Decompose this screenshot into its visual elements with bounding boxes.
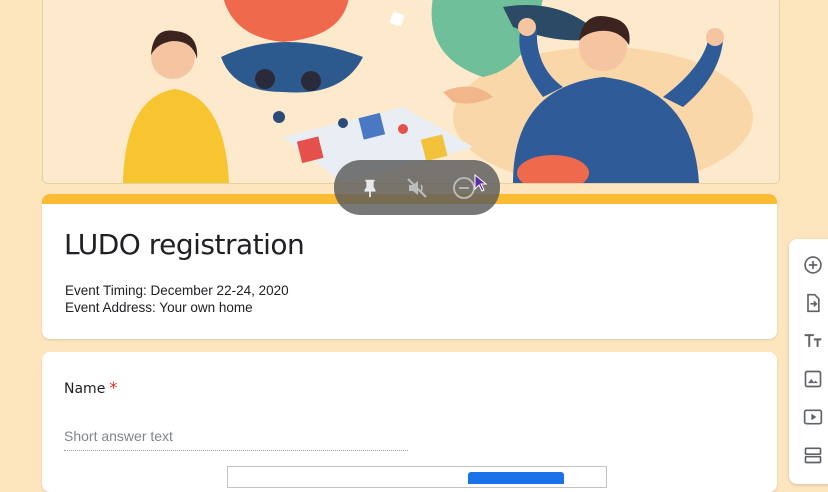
bottom-overlay-panel: [227, 466, 607, 488]
question-label: Name *: [64, 378, 117, 397]
header-illustration: [42, 0, 780, 184]
add-image-icon[interactable]: [801, 367, 825, 391]
mouse-cursor-icon: [474, 174, 488, 192]
primary-action-button[interactable]: [468, 472, 564, 484]
form-title-card: LUDO registration Event Timing: December…: [42, 194, 777, 339]
add-title-icon[interactable]: [801, 329, 825, 353]
pip-controls-bar: [334, 160, 500, 215]
mute-icon[interactable]: [403, 174, 431, 202]
pin-icon[interactable]: [356, 174, 384, 202]
add-question-icon[interactable]: [801, 253, 825, 277]
import-questions-icon[interactable]: [801, 291, 825, 315]
description-line: Event Address: Your own home: [65, 300, 253, 315]
short-answer-field[interactable]: Short answer text: [64, 428, 408, 451]
form-title[interactable]: LUDO registration: [64, 228, 305, 261]
question-title: Name: [64, 381, 106, 397]
question-toolbar: [789, 239, 828, 484]
form-description[interactable]: Event Timing: December 22-24, 2020 Event…: [65, 282, 289, 316]
add-section-icon[interactable]: [801, 443, 825, 467]
required-asterisk: *: [109, 378, 118, 397]
description-line: Event Timing: December 22-24, 2020: [65, 283, 289, 298]
add-video-icon[interactable]: [801, 405, 825, 429]
